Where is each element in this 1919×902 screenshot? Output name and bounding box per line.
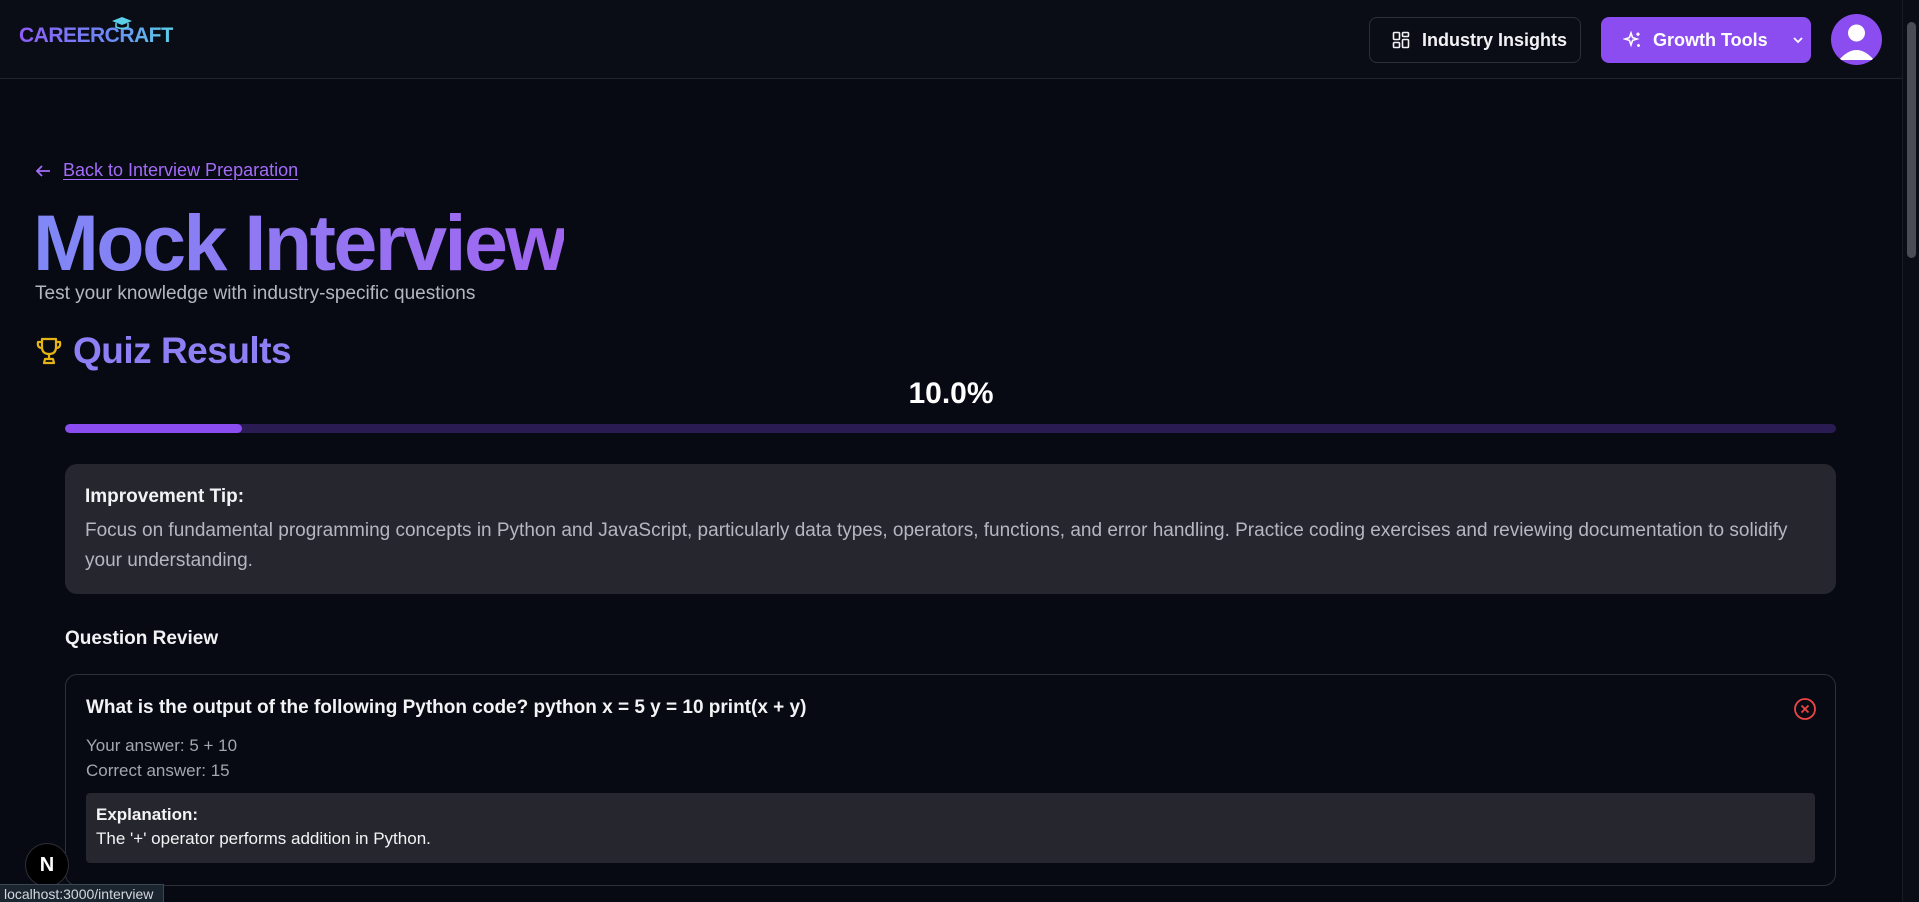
graduation-cap-icon — [112, 17, 132, 30]
growth-tools-label: Growth Tools — [1653, 29, 1768, 50]
status-bar-url: localhost:3000/interview — [0, 884, 165, 902]
industry-insights-label: Industry Insights — [1422, 29, 1568, 50]
scrollbar-thumb[interactable] — [1907, 22, 1916, 258]
explanation-label: Explanation: — [96, 805, 199, 824]
trophy-icon — [36, 337, 62, 365]
question-review-title: Question Review — [65, 628, 219, 649]
quiz-results-heading: Quiz Results — [35, 330, 292, 372]
arrow-left-icon — [35, 164, 50, 177]
nextjs-dev-badge[interactable]: N — [25, 843, 69, 887]
chevron-down-icon — [1793, 37, 1803, 44]
page-subtitle: Test your knowledge with industry-specif… — [35, 283, 476, 304]
question-text: What is the output of the following Pyth… — [86, 697, 807, 718]
user-avatar[interactable] — [1831, 14, 1882, 65]
top-navbar: CAREERCRAFT Industry Insights Growth Too… — [0, 0, 1902, 79]
quiz-results-title: Quiz Results — [73, 330, 292, 371]
improvement-tip-card: Improvement Tip: Focus on fundamental pr… — [65, 464, 1836, 594]
x-circle-icon — [1794, 698, 1816, 720]
back-link-label: Back to Interview Preparation — [63, 160, 299, 180]
page-title: Mock Interview — [33, 198, 567, 287]
back-to-interview-link[interactable]: Back to Interview Preparation — [35, 160, 298, 181]
improvement-tip-label: Improvement Tip: — [85, 486, 245, 507]
sparkles-icon — [1623, 30, 1640, 47]
scrollbar[interactable] — [1902, 0, 1919, 902]
question-card: What is the output of the following Pyth… — [65, 674, 1836, 886]
explanation-box: Explanation: The '+' operator performs a… — [86, 793, 1815, 863]
growth-tools-dropdown[interactable]: Growth Tools — [1601, 17, 1811, 63]
your-answer: Your answer: 5 + 10 — [86, 736, 238, 755]
score-progress-fill — [65, 424, 243, 433]
page: CAREERCRAFT Industry Insights Growth Too… — [0, 0, 1919, 902]
industry-insights-button[interactable]: Industry Insights — [1369, 17, 1581, 63]
correct-answer: Correct answer: 15 — [86, 761, 230, 780]
score-percentage: 10.0% — [908, 377, 994, 410]
logo[interactable]: CAREERCRAFT — [19, 24, 174, 48]
score-progress-bar — [65, 424, 1836, 433]
explanation-text: The '+' operator performs addition in Py… — [96, 829, 431, 848]
user-icon — [1839, 24, 1874, 60]
dashboard-icon — [1392, 31, 1410, 49]
improvement-tip-text: Focus on fundamental programming concept… — [85, 520, 1788, 571]
